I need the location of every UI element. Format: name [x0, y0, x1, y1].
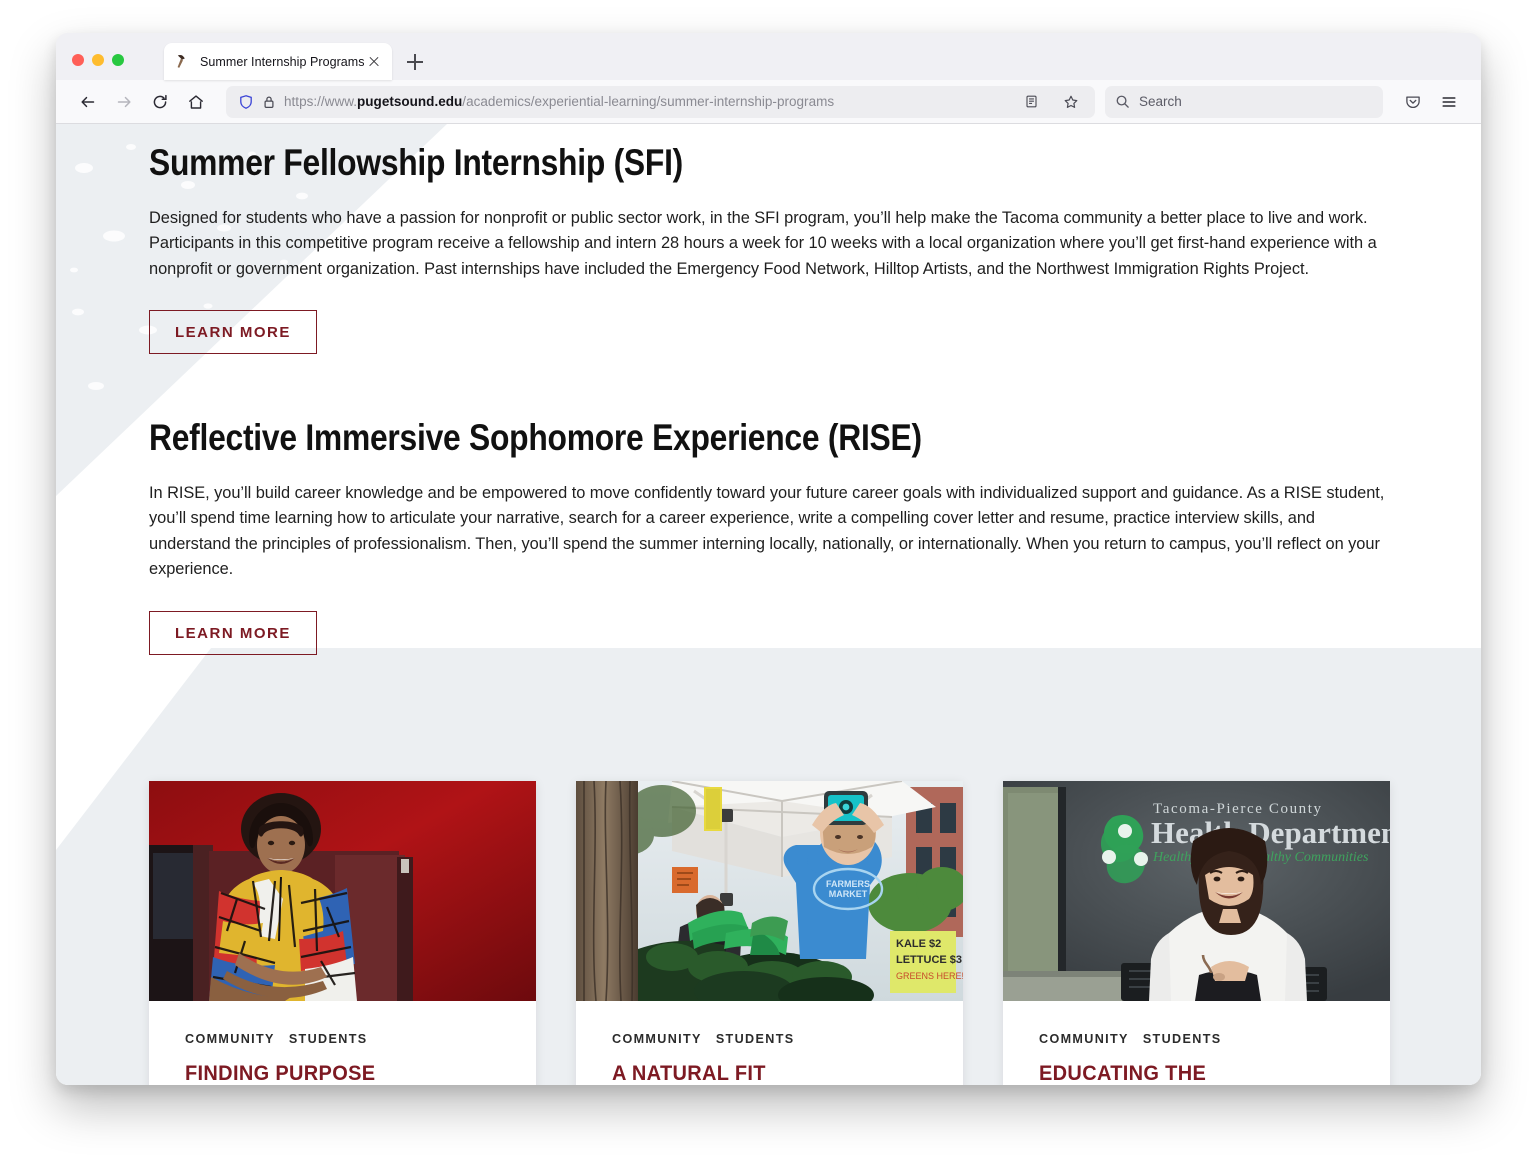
story-card[interactable]: Tacoma-Pierce County Health Department H…: [1003, 781, 1390, 1085]
browser-window: Summer Internship Programs | U: [56, 33, 1481, 1085]
card-tag[interactable]: COMMUNITY: [612, 1032, 702, 1046]
story-cards-row: COMMUNITYSTUDENTS FINDING PURPOSE For Is…: [149, 781, 1391, 1085]
page-title: Summer Fellowship Internship (SFI): [149, 142, 683, 183]
svg-text:LETTUCE $3: LETTUCE $3: [896, 954, 962, 966]
card-tags: COMMUNITY STUDENTS: [185, 1032, 500, 1046]
section-body-sfi: Designed for students who have a passion…: [149, 208, 1377, 278]
maximize-window-button[interactable]: [112, 54, 124, 66]
card-body: COMMUNITY STUDENTS EDUCATING THE COMMUNIT…: [1003, 1001, 1390, 1085]
card-tag[interactable]: STUDENTS: [716, 1032, 795, 1046]
search-box[interactable]: Search: [1105, 85, 1383, 118]
back-arrow-icon[interactable]: [72, 86, 104, 118]
search-icon: [1116, 95, 1129, 108]
svg-text:GREENS HERE!: GREENS HERE!: [896, 971, 963, 981]
learn-more-button-sfi[interactable]: LEARN MORE: [149, 310, 317, 355]
svg-text:MARKET: MARKET: [829, 889, 868, 899]
window-controls: [72, 54, 124, 66]
story-card[interactable]: FARMERS MARKET KALE $2 LETTUCE $3 GREENS…: [576, 781, 963, 1085]
story-card[interactable]: COMMUNITYSTUDENTS FINDING PURPOSE For Is…: [149, 781, 536, 1085]
svg-text:KALE $2: KALE $2: [896, 938, 941, 950]
card-body: COMMUNITYSTUDENTS FINDING PURPOSE For Is…: [149, 1001, 536, 1085]
card-title[interactable]: FINDING PURPOSE: [185, 1061, 478, 1085]
section-sfi: Summer Fellowship Internship (SFI) Desig…: [149, 142, 1389, 355]
star-icon[interactable]: [1055, 86, 1087, 118]
page-content: Summer Fellowship Internship (SFI) Desig…: [56, 124, 1481, 1085]
card-image-finding-purpose[interactable]: [149, 781, 536, 1001]
hamburger-menu-icon[interactable]: [1433, 86, 1465, 118]
card-tags: COMMUNITY STUDENTS: [1039, 1032, 1354, 1046]
lock-icon[interactable]: [262, 94, 276, 110]
card-image-educating-the-community[interactable]: Tacoma-Pierce County Health Department H…: [1003, 781, 1390, 1001]
card-title[interactable]: A NATURAL FIT: [612, 1061, 905, 1085]
forward-arrow-icon[interactable]: [108, 86, 140, 118]
home-icon[interactable]: [180, 86, 212, 118]
reload-icon[interactable]: [144, 86, 176, 118]
url-text: https://www.pugetsound.edu/academics/exp…: [284, 94, 835, 109]
minimize-window-button[interactable]: [92, 54, 104, 66]
search-placeholder: Search: [1139, 94, 1182, 109]
section-body-rise: In RISE, you’ll build career knowledge a…: [149, 483, 1385, 579]
svg-text:FARMERS: FARMERS: [826, 879, 870, 889]
hatchet-icon: [177, 55, 185, 68]
navigation-toolbar: https://www.pugetsound.edu/academics/exp…: [56, 80, 1481, 124]
card-body: COMMUNITYSTUDENTS A NATURAL FIT It was t…: [576, 1001, 963, 1085]
browser-tab[interactable]: Summer Internship Programs | U: [164, 43, 392, 80]
card-tags: COMMUNITY STUDENTS: [612, 1032, 927, 1046]
pocket-icon[interactable]: [1397, 86, 1429, 118]
section-rise: Reflective Immersive Sophomore Experienc…: [149, 417, 1389, 655]
card-tag[interactable]: COMMUNITY: [1039, 1032, 1129, 1046]
address-bar[interactable]: https://www.pugetsound.edu/academics/exp…: [226, 85, 1095, 118]
close-icon[interactable]: [366, 54, 382, 70]
svg-text:Health Department: Health Department: [1151, 815, 1390, 850]
tab-title: Summer Internship Programs | U: [200, 54, 364, 69]
card-tag[interactable]: STUDENTS: [289, 1032, 368, 1046]
card-tag[interactable]: STUDENTS: [1143, 1032, 1222, 1046]
reader-view-icon[interactable]: [1015, 86, 1047, 118]
card-image-a-natural-fit[interactable]: FARMERS MARKET KALE $2 LETTUCE $3 GREENS…: [576, 781, 963, 1001]
tab-strip: Summer Internship Programs | U: [56, 33, 1481, 80]
card-title[interactable]: EDUCATING THE COMMUNITY: [1039, 1061, 1332, 1085]
learn-more-button-rise[interactable]: LEARN MORE: [149, 610, 317, 655]
shield-icon[interactable]: [238, 94, 254, 110]
card-tag[interactable]: COMMUNITY: [185, 1032, 275, 1046]
page-viewport: Summer Fellowship Internship (SFI) Desig…: [56, 124, 1481, 1085]
close-window-button[interactable]: [72, 54, 84, 66]
plus-icon[interactable]: [404, 51, 426, 73]
section-heading-rise: Reflective Immersive Sophomore Experienc…: [149, 417, 922, 458]
